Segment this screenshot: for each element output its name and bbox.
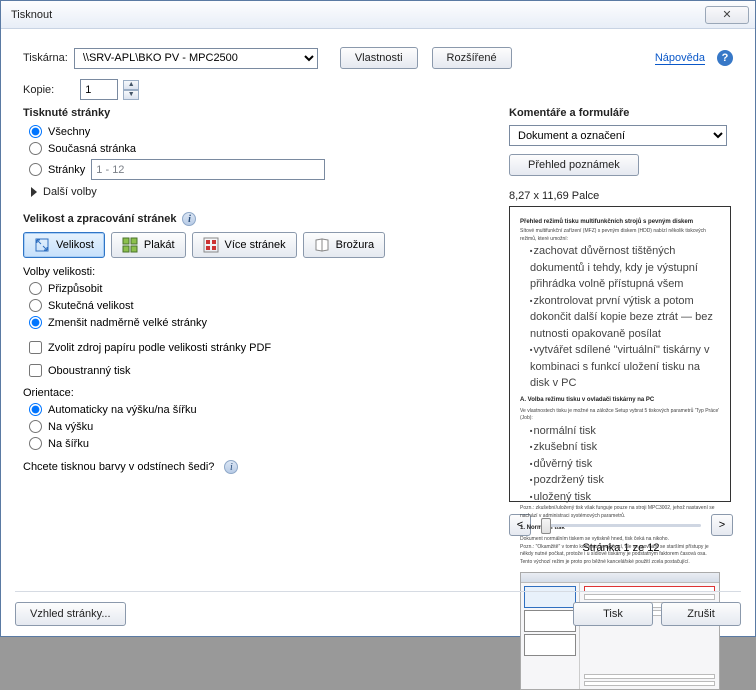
titlebar: Tisknout ✕ [1, 1, 755, 29]
summarize-notes-button[interactable]: Přehled poznámek [509, 154, 639, 176]
actual-radio[interactable] [29, 299, 42, 312]
grayscale-question: Chcete tisknou barvy v odstínech šedi? [23, 461, 214, 473]
left-column: Tisknuté stránky Všechny Současná stránk… [23, 101, 493, 484]
booklet-tab-label: Brožura [336, 239, 375, 251]
dialog-footer: Vzhled stránky... Tisk Zrušit [15, 591, 741, 626]
pages-all-label: Všechny [48, 126, 90, 138]
more-options-expander[interactable]: Další volby [31, 186, 493, 198]
right-column: Komentáře a formuláře Dokument a označen… [509, 101, 733, 554]
preview-section-a: A. Volba režimu tisku v ovladači tiskárn… [520, 396, 720, 405]
poster-tab-label: Plakát [144, 239, 175, 251]
poster-icon [122, 237, 138, 253]
pages-section-title: Tisknuté stránky [23, 107, 493, 119]
preview-slider[interactable] [537, 524, 705, 527]
pages-range-radio[interactable] [29, 163, 42, 176]
fit-label: Přizpůsobit [48, 283, 102, 295]
pages-range-input[interactable] [91, 159, 325, 180]
cancel-button[interactable]: Zrušit [661, 602, 741, 626]
sizing-button-group: Velikost Plakát Více stránek Brožura [23, 232, 493, 258]
orient-landscape-radio[interactable] [29, 437, 42, 450]
pages-range-label: Stránky [48, 164, 85, 176]
sizing-title: Velikost a zpracování stránek i [23, 212, 493, 226]
pages-all-radio[interactable] [29, 125, 42, 138]
orient-portrait-label: Na výšku [48, 421, 93, 433]
size-tab-label: Velikost [56, 239, 94, 251]
shrink-radio[interactable] [29, 316, 42, 329]
spin-up-icon[interactable]: ▲ [123, 80, 139, 90]
preview-body: Sítové multifunkční zařízení (MFZ) s pev… [520, 228, 720, 566]
printer-select[interactable]: \\SRV-APL\BKO PV - MPC2500 [74, 48, 318, 69]
shrink-label: Zmenšit nadměrně velké stránky [48, 317, 207, 329]
advanced-button[interactable]: Rozšířené [432, 47, 512, 69]
poster-tab[interactable]: Plakát [111, 232, 186, 258]
dialog-content: Tiskárna: \\SRV-APL\BKO PV - MPC2500 Vla… [1, 29, 755, 636]
actual-label: Skutečná velikost [48, 300, 134, 312]
paper-source-checkbox[interactable] [29, 341, 42, 354]
preview-doc-title: Přehled režimů tisku multifunkčních stro… [520, 219, 720, 225]
slider-thumb[interactable] [541, 518, 551, 534]
orientation-title: Orientace: [23, 387, 493, 399]
copies-input[interactable] [80, 79, 118, 100]
triangle-right-icon [31, 187, 37, 197]
orient-auto-label: Automaticky na výšku/na šířku [48, 404, 197, 416]
size-icon [34, 237, 50, 253]
pages-current-radio[interactable] [29, 142, 42, 155]
size-tab[interactable]: Velikost [23, 232, 105, 258]
multi-icon [203, 237, 219, 253]
booklet-tab[interactable]: Brožura [303, 232, 386, 258]
spin-down-icon[interactable]: ▼ [123, 90, 139, 100]
booklet-icon [314, 237, 330, 253]
copies-row: Kopie: ▲ ▼ [23, 79, 733, 100]
more-options-label: Další volby [43, 186, 97, 198]
printer-row: Tiskárna: \\SRV-APL\BKO PV - MPC2500 Vla… [23, 47, 733, 69]
pages-current-label: Současná stránka [48, 143, 136, 155]
window-title: Tisknout [11, 9, 705, 21]
size-options-label: Volby velikosti: [23, 266, 493, 278]
orient-landscape-label: Na šířku [48, 438, 89, 450]
comments-select[interactable]: Dokument a označení [509, 125, 727, 146]
multi-tab[interactable]: Více stránek [192, 232, 297, 258]
page-setup-button[interactable]: Vzhled stránky... [15, 602, 126, 626]
multi-tab-label: Více stránek [225, 239, 286, 251]
duplex-checkbox[interactable] [29, 364, 42, 377]
info-icon[interactable]: i [182, 212, 196, 226]
copies-label: Kopie: [23, 84, 54, 96]
print-preview: Přehled režimů tisku multifunkčních stro… [509, 206, 731, 502]
printer-label: Tiskárna: [23, 52, 68, 64]
duplex-label: Oboustranný tisk [48, 365, 131, 377]
properties-button[interactable]: Vlastnosti [340, 47, 418, 69]
preview-dimensions: 8,27 x 11,69 Palce [509, 190, 733, 202]
copies-spinner[interactable]: ▲ ▼ [123, 80, 139, 100]
orient-auto-radio[interactable] [29, 403, 42, 416]
print-dialog: Tisknout ✕ Tiskárna: \\SRV-APL\BKO PV - … [0, 0, 756, 637]
help-link[interactable]: Nápověda [655, 52, 705, 65]
window-close-button[interactable]: ✕ [705, 6, 749, 24]
fit-radio[interactable] [29, 282, 42, 295]
paper-source-label: Zvolit zdroj papíru podle velikosti strá… [48, 342, 271, 354]
info-icon[interactable]: i [224, 460, 238, 474]
preview-embedded-screenshot [520, 572, 720, 690]
print-button[interactable]: Tisk [573, 602, 653, 626]
close-icon: ✕ [722, 8, 731, 21]
orient-portrait-radio[interactable] [29, 420, 42, 433]
comments-title: Komentáře a formuláře [509, 107, 733, 119]
help-icon[interactable]: ? [717, 50, 733, 66]
